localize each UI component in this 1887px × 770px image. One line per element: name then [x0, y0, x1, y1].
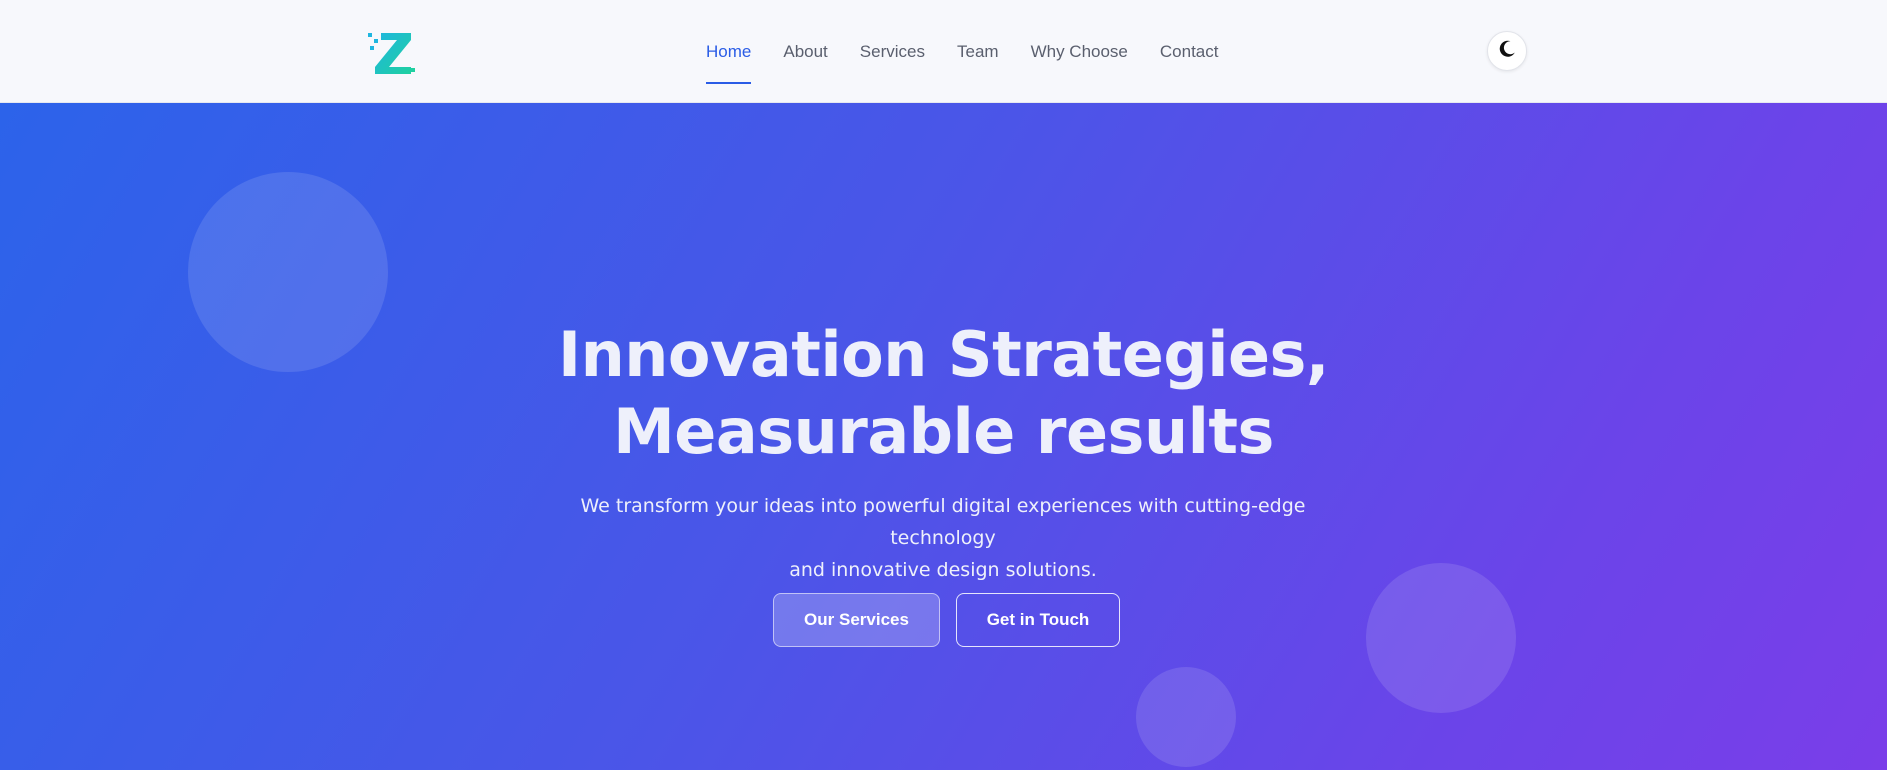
- hero-subtitle: We transform your ideas into powerful di…: [543, 490, 1343, 586]
- get-in-touch-button[interactable]: Get in Touch: [956, 593, 1120, 647]
- decorative-circle: [1136, 667, 1236, 767]
- hero-subtitle-line-2: and innovative design solutions.: [789, 559, 1097, 581]
- nav-item-why-choose[interactable]: Why Choose: [1031, 43, 1128, 60]
- nav-item-team[interactable]: Team: [957, 43, 999, 60]
- hero-title-line-2: Measurable results: [613, 395, 1274, 468]
- moon-icon: [1497, 39, 1517, 64]
- our-services-button[interactable]: Our Services: [773, 593, 940, 647]
- nav-item-contact[interactable]: Contact: [1160, 43, 1219, 60]
- nav-item-home[interactable]: Home: [706, 43, 752, 84]
- z-logo-icon[interactable]: [367, 30, 417, 76]
- decorative-circle: [1366, 563, 1516, 713]
- hero-title: Innovation Strategies, Measurable result…: [0, 316, 1887, 470]
- main-nav: Home About Services Team Why Choose Cont…: [706, 0, 1250, 103]
- hero-title-line-1: Innovation Strategies,: [558, 318, 1329, 391]
- hero-subtitle-line-1: We transform your ideas into powerful di…: [580, 495, 1306, 549]
- nav-item-about[interactable]: About: [783, 43, 827, 60]
- site-header: Home About Services Team Why Choose Cont…: [0, 0, 1887, 103]
- theme-toggle-button[interactable]: [1487, 31, 1527, 71]
- nav-item-services[interactable]: Services: [860, 43, 925, 60]
- hero-section: Innovation Strategies, Measurable result…: [0, 103, 1887, 770]
